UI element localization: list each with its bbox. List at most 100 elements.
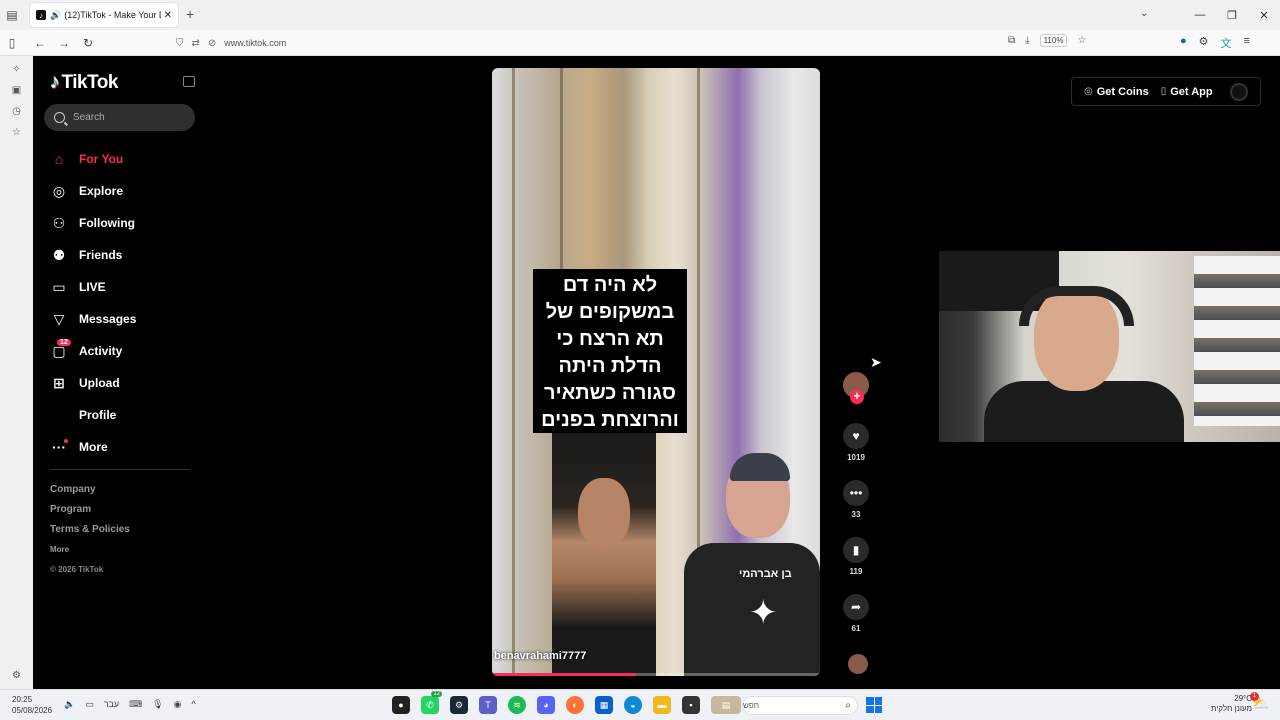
widget-icon[interactable]: ▤	[711, 696, 741, 714]
discord-icon[interactable]: ◕	[537, 696, 555, 714]
like-button[interactable]: ♥ 1019	[840, 423, 872, 462]
picture-in-picture-icon[interactable]: ⧉	[1008, 35, 1015, 46]
customize-sidebar-icon[interactable]: ⚙	[12, 670, 21, 681]
close-window-icon[interactable]: ✕	[1248, 9, 1280, 22]
minimize-icon[interactable]: —	[1184, 9, 1216, 21]
calculator-icon[interactable]: ▦	[595, 696, 613, 714]
save-button[interactable]: ▮ 119	[840, 537, 872, 576]
comment-icon: •••	[843, 480, 869, 506]
firefox-icon[interactable]: ◐	[566, 696, 584, 714]
home-icon: ⌂	[54, 151, 64, 167]
translate-icon[interactable]: 文	[1221, 35, 1232, 51]
sidebar-item-activity[interactable]: ▢ 12 Activity	[50, 335, 136, 367]
presenter-cap	[730, 453, 790, 481]
restore-icon[interactable]: ❐	[1216, 9, 1248, 22]
comment-button[interactable]: ••• 33	[840, 480, 872, 519]
bookmark-star-icon[interactable]: ☆	[1077, 35, 1086, 46]
sidebar-item-for-you[interactable]: ⌂ For You	[50, 143, 136, 175]
sidebar-divider	[50, 469, 190, 470]
menu-icon[interactable]: ≡	[1244, 35, 1250, 51]
share-button[interactable]: ➦ 61	[840, 594, 872, 633]
url-text[interactable]: www.tiktok.com	[224, 38, 286, 48]
follow-plus-icon[interactable]: +	[850, 390, 864, 404]
close-tab-icon[interactable]: ✕	[164, 10, 172, 21]
taskbar-search-input[interactable]: חפש ⌕	[742, 696, 858, 715]
video-username[interactable]: benavrahami7777	[494, 650, 586, 662]
browser-tab[interactable]: ♪ 🔊 (12)TikTok - Make Your Day ✕	[30, 3, 178, 27]
ai-chat-icon[interactable]: ✧	[12, 64, 20, 75]
upload-icon: ⊞	[53, 374, 65, 391]
footer-more-link[interactable]: More	[50, 544, 130, 564]
sidebar-item-more[interactable]: ··· More	[50, 431, 136, 463]
steam-icon[interactable]: ⚙	[450, 696, 468, 714]
tab-list-chevron-icon[interactable]: ⌄	[1140, 8, 1148, 19]
terminal-icon[interactable]: ▪	[682, 696, 700, 714]
extensions-icon[interactable]: ⚙	[1199, 35, 1209, 51]
zoom-level[interactable]: 110%	[1039, 34, 1068, 47]
get-coins-button[interactable]: ◎ Get Coins	[1084, 86, 1149, 98]
video-progress-bar[interactable]	[492, 673, 820, 676]
shield-icon[interactable]: ⛉	[176, 38, 184, 49]
creator-avatar[interactable]: +	[843, 372, 869, 404]
address-bar[interactable]: ⛉ ⇄ ⊘ www.tiktok.com	[176, 34, 1100, 52]
sidebar-item-explore[interactable]: ◎ Explore	[50, 175, 136, 207]
synced-tabs-icon[interactable]: ▣	[12, 85, 21, 96]
whatsapp-icon[interactable]: ✆ 12	[421, 691, 442, 714]
footer-terms-link[interactable]: Terms & Policies	[50, 524, 130, 544]
footer-program-link[interactable]: Program	[50, 504, 130, 524]
downloads-icon[interactable]: ⤓	[1025, 35, 1029, 46]
collapse-sidebar-icon[interactable]	[183, 76, 195, 87]
keyboard-icon[interactable]: ⌨	[129, 699, 142, 710]
footer-company-link[interactable]: Company	[50, 484, 130, 504]
reload-icon[interactable]: ↻	[76, 36, 100, 50]
back-icon[interactable]: ←	[28, 36, 52, 50]
tray-app-icon[interactable]: ◉	[174, 699, 182, 710]
sidebar-item-friends[interactable]: ⚉ Friends	[50, 239, 136, 271]
edge-icon[interactable]: ◒	[624, 696, 642, 714]
volume-icon[interactable]: 🔈	[64, 699, 75, 710]
weather-widget[interactable]: 29°C מעונן חלקית	[1200, 694, 1252, 714]
file-explorer-icon[interactable]: ▬	[653, 696, 671, 714]
webcam-headset	[1019, 286, 1134, 326]
windows-start-icon[interactable]	[866, 697, 882, 713]
comment-count: 33	[851, 510, 861, 519]
sidebar-toggle-icon[interactable]: ▯	[0, 36, 24, 50]
microphone-icon[interactable]: 🎙	[152, 699, 163, 710]
search-input[interactable]: Search	[44, 104, 195, 131]
tab-overview-icon[interactable]: ▤	[0, 0, 24, 30]
speaker-icon[interactable]: 🔊	[50, 10, 61, 21]
tiktok-logo[interactable]: ♪ TikTok	[50, 71, 118, 94]
sidebar-item-profile[interactable]: Profile	[50, 399, 136, 431]
search-placeholder: Search	[73, 112, 105, 123]
app-icon-1[interactable]: ●	[392, 696, 410, 714]
sidebar-item-upload[interactable]: ⊞ Upload	[50, 367, 136, 399]
taskbar-apps: ● ✆ 12 ⚙ T ≋ ◕ ◐ ▦ ◒ ▬ ▪ ▤	[392, 691, 741, 714]
show-hidden-icons-chevron-icon[interactable]: ^	[191, 699, 195, 710]
new-tab-button[interactable]: +	[186, 6, 194, 22]
tiktok-sidebar: ♪ TikTok Search ⌂ For You ◎ Explore ⚇ Fo…	[33, 57, 208, 689]
get-app-label: Get App	[1170, 85, 1213, 98]
sidebar-item-live[interactable]: ▭ LIVE	[50, 271, 136, 303]
sidebar-item-following[interactable]: ⚇ Following	[50, 207, 136, 239]
spotify-icon[interactable]: ≋	[508, 696, 526, 714]
get-app-button[interactable]: ▯ Get App	[1161, 86, 1213, 98]
music-disc-avatar[interactable]	[848, 654, 868, 674]
system-clock[interactable]: 20:25 05/08/2026	[12, 694, 52, 716]
account-icon[interactable]: ●	[1180, 35, 1187, 51]
clock-date: 05/08/2026	[12, 706, 53, 715]
bookmarks-icon[interactable]: ☆	[12, 127, 21, 138]
permissions-icon[interactable]: ⇄	[192, 38, 200, 49]
sidebar-item-label: Following	[79, 216, 135, 230]
network-icon[interactable]: ▭	[85, 699, 94, 710]
user-avatar[interactable]	[1230, 83, 1248, 101]
language-indicator[interactable]: עבר	[104, 699, 119, 710]
tab-title: (12)TikTok - Make Your Day	[64, 10, 160, 20]
sidebar-item-messages[interactable]: ▽ Messages	[50, 303, 137, 335]
teams-icon[interactable]: T	[479, 696, 497, 714]
compass-icon: ◎	[52, 182, 66, 199]
autoplay-icon[interactable]: ⊘	[208, 38, 216, 49]
sidebar-item-label: Upload	[79, 376, 120, 390]
forward-icon[interactable]: →	[52, 36, 76, 50]
history-icon[interactable]: ◷	[12, 106, 21, 117]
video-player[interactable]: לא היה דם במשקופים של תא הרצח כי הדלת הי…	[492, 68, 820, 676]
